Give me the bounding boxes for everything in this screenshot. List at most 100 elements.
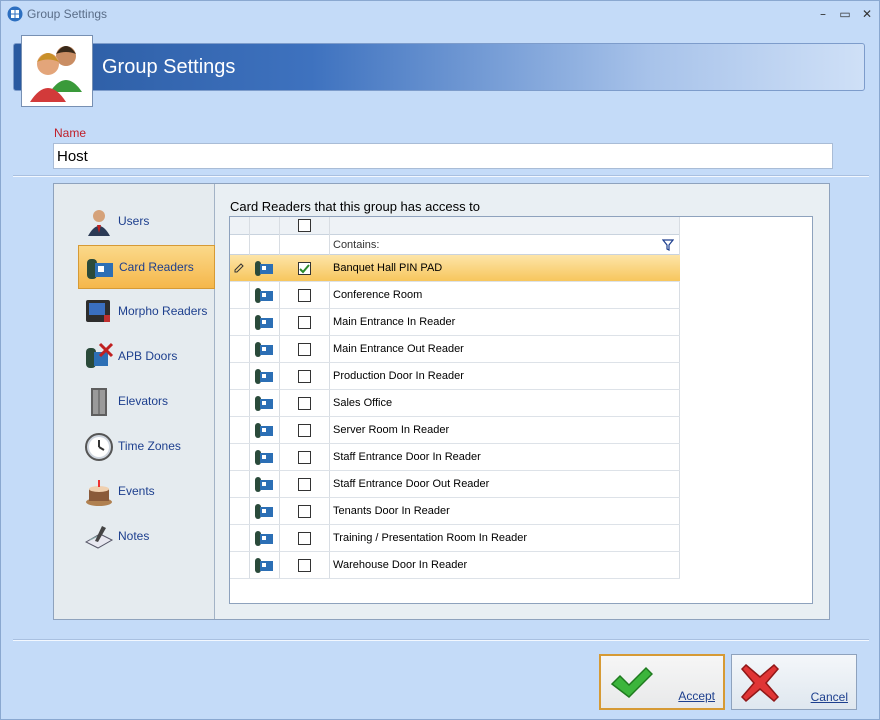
row-checkbox[interactable] xyxy=(298,397,311,410)
notes-icon xyxy=(84,526,114,549)
group-icon-box xyxy=(21,35,93,107)
reader-name: Staff Entrance Door In Reader xyxy=(333,451,481,463)
table-row[interactable]: Server Room In Reader xyxy=(230,417,680,444)
sidebar-item-label: Time Zones xyxy=(118,439,181,453)
row-checkbox[interactable] xyxy=(298,343,311,356)
card-reader-icon xyxy=(255,396,273,411)
banner-title: Group Settings xyxy=(102,56,236,78)
table-row[interactable]: Main Entrance Out Reader xyxy=(230,336,680,363)
cake-icon xyxy=(86,480,112,506)
card-reader-icon xyxy=(255,504,273,519)
reader-name: Main Entrance In Reader xyxy=(333,316,456,328)
card-reader-icon xyxy=(255,342,273,357)
card-reader-icon xyxy=(255,450,273,465)
card-readers-grid: Contains: Banquet Hall PIN PAD Conference… xyxy=(229,216,813,604)
window-title: Group Settings xyxy=(27,7,108,21)
table-row[interactable]: Staff Entrance Door Out Reader xyxy=(230,471,680,498)
group-settings-window: Group Settings – ▭ ✕ Group Settings Name… xyxy=(0,0,880,720)
card-reader-icon xyxy=(255,288,273,303)
table-row[interactable]: Training / Presentation Room In Reader xyxy=(230,525,680,552)
card-reader-icon xyxy=(255,369,273,384)
sidebar-item-notes[interactable]: Notes xyxy=(78,515,215,559)
reader-name: Sales Office xyxy=(333,397,393,409)
sidebar-item-events[interactable]: Events xyxy=(78,470,215,514)
row-checkbox[interactable] xyxy=(298,289,311,302)
row-checkbox[interactable] xyxy=(298,316,311,329)
close-icon: ✕ xyxy=(861,7,873,21)
name-label: Name xyxy=(54,126,87,140)
minimize-button[interactable]: – xyxy=(813,4,833,24)
sidebar-item-label: APB Doors xyxy=(118,349,178,363)
sidebar-item-apb-doors[interactable]: APB Doors xyxy=(78,335,215,379)
sidebar-item-label: Events xyxy=(118,484,155,498)
reader-name: Server Room In Reader xyxy=(333,424,450,436)
reader-name: Production Door In Reader xyxy=(333,370,464,382)
cancel-label: Cancel xyxy=(810,690,848,704)
accept-label: Accept xyxy=(678,689,715,703)
maximize-icon: ▭ xyxy=(839,7,851,21)
sidebar-item-card-readers[interactable]: Card Readers xyxy=(78,245,215,289)
divider-top xyxy=(13,175,869,177)
card-reader-icon xyxy=(255,315,273,330)
table-row[interactable]: Warehouse Door In Reader xyxy=(230,552,680,579)
sidebar-nav: Users Card Readers Morpho Readers APB Do… xyxy=(54,184,215,619)
reader-name: Training / Presentation Room In Reader xyxy=(333,532,528,544)
row-checkbox[interactable] xyxy=(298,451,311,464)
divider-bottom xyxy=(13,639,869,641)
sidebar-item-label: Notes xyxy=(118,529,150,543)
elevator-icon xyxy=(91,388,107,416)
reader-name: Conference Room xyxy=(333,289,423,301)
table-row[interactable]: Main Entrance In Reader xyxy=(230,309,680,336)
sidebar-item-time-zones[interactable]: Time Zones xyxy=(78,425,215,469)
card-reader-icon xyxy=(255,423,273,438)
app-grid-icon xyxy=(7,6,23,22)
card-reader-icon xyxy=(255,261,273,276)
minimize-icon: – xyxy=(820,7,826,21)
reader-name: Warehouse Door In Reader xyxy=(333,559,468,571)
reader-name: Banquet Hall PIN PAD xyxy=(333,262,443,274)
card-reader-icon xyxy=(255,531,273,546)
edit-pencil-icon xyxy=(234,263,244,273)
reader-name: Staff Entrance Door Out Reader xyxy=(333,478,490,490)
apb-door-icon xyxy=(86,342,114,368)
row-checkbox[interactable] xyxy=(298,424,311,437)
group-users-icon xyxy=(30,46,82,102)
user-icon xyxy=(88,210,110,236)
name-input[interactable] xyxy=(53,143,833,169)
table-row[interactable]: Sales Office xyxy=(230,390,680,417)
maximize-button[interactable]: ▭ xyxy=(835,4,855,24)
content-title: Card Readers that this group has access … xyxy=(230,199,481,214)
cancel-button[interactable]: Cancel xyxy=(731,654,857,710)
morpho-reader-icon xyxy=(86,300,110,322)
card-reader-icon xyxy=(87,259,113,279)
table-row[interactable]: Staff Entrance Door In Reader xyxy=(230,444,680,471)
table-row[interactable]: Production Door In Reader xyxy=(230,363,680,390)
row-checkbox[interactable] xyxy=(298,478,311,491)
checkmark-icon xyxy=(610,666,653,698)
accept-button[interactable]: Accept xyxy=(599,654,725,710)
card-reader-icon xyxy=(255,558,273,573)
check-icon xyxy=(299,264,310,274)
row-checkbox[interactable] xyxy=(298,262,311,275)
reader-name: Tenants Door In Reader xyxy=(333,505,450,517)
clock-icon xyxy=(85,433,113,461)
cross-icon xyxy=(740,663,780,703)
table-row[interactable]: Banquet Hall PIN PAD xyxy=(230,255,680,282)
row-checkbox[interactable] xyxy=(298,505,311,518)
sidebar-item-label: Users xyxy=(118,214,150,228)
title-bar[interactable]: Group Settings – ▭ ✕ xyxy=(1,1,879,27)
sidebar-item-elevators[interactable]: Elevators xyxy=(78,380,215,424)
row-checkbox[interactable] xyxy=(298,370,311,383)
table-row[interactable]: Tenants Door In Reader xyxy=(230,498,680,525)
close-button[interactable]: ✕ xyxy=(857,4,877,24)
sidebar-item-label: Elevators xyxy=(118,394,169,408)
card-reader-icon xyxy=(255,477,273,492)
reader-name: Main Entrance Out Reader xyxy=(333,343,464,355)
row-checkbox[interactable] xyxy=(298,532,311,545)
settings-panel: Users Card Readers Morpho Readers APB Do… xyxy=(53,183,830,620)
row-checkbox[interactable] xyxy=(298,559,311,572)
sidebar-item-label: Morpho Readers xyxy=(118,304,208,318)
sidebar-item-users[interactable]: Users xyxy=(78,200,215,244)
table-row[interactable]: Conference Room xyxy=(230,282,680,309)
sidebar-item-morpho-readers[interactable]: Morpho Readers xyxy=(78,290,215,334)
